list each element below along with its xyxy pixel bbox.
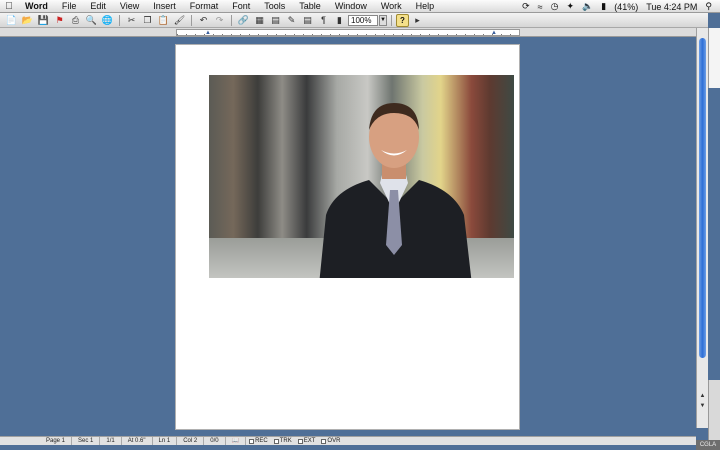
status-page: Page 1 [40, 437, 73, 445]
cut-icon[interactable]: ✂ [124, 14, 139, 27]
toolbar-separator [119, 14, 120, 26]
left-indent-marker-icon[interactable]: ▲ [205, 29, 211, 37]
show-hide-icon[interactable]: ¶ [316, 14, 331, 27]
spotlight-search-icon[interactable]: ⚲ [705, 1, 712, 12]
status-column: Col 2 [177, 437, 205, 445]
scroll-down-icon[interactable]: ▼ [698, 402, 707, 411]
menu-insert[interactable]: Insert [146, 0, 183, 13]
horizontal-ruler[interactable]: ▲ ▲ [176, 29, 520, 36]
menu-extras: ⟳ ≈ ◷ ✦ 🔈 ▮ (41%) Tue 4:24 PM ⚲ [522, 0, 720, 13]
palette-edge-bottom [708, 380, 720, 440]
checkbox-icon [249, 438, 255, 444]
status-bar: Page 1 Sec 1 1/1 At 0.6" Ln 1 Col 2 0/0 … [0, 436, 696, 445]
formatting-palette-edge[interactable] [708, 28, 720, 88]
status-word-count[interactable]: 0/0 [204, 437, 226, 445]
sync-icon[interactable]: ⟳ [522, 1, 530, 12]
print-preview-icon[interactable]: 🔍 [84, 14, 99, 27]
table-icon[interactable]: ▦ [252, 14, 267, 27]
ruler-bar: ▲ ▲ [0, 28, 696, 37]
copy-icon[interactable]: ❐ [140, 14, 155, 27]
menu-font[interactable]: Font [225, 0, 257, 13]
new-document-icon[interactable]: 📄 [4, 14, 19, 27]
status-ovr-label: OVR [327, 438, 341, 444]
photo-person [319, 103, 472, 278]
redo-icon[interactable]: ↷ [212, 14, 227, 27]
standard-toolbar: 📄 📂 💾 ⚑ ⎙ 🔍 🌐 ✂ ❐ 📋 🖌 ↶ ↷ 🔗 ▦ ▤ ✎ ▤ ¶ ▮ … [0, 13, 708, 28]
battery-percent: (41%) [614, 1, 639, 12]
menu-edit[interactable]: Edit [83, 0, 113, 13]
toolbar-overflow-icon[interactable]: ▸ [410, 14, 425, 27]
menu-window[interactable]: Window [328, 0, 374, 13]
flag-icon[interactable]: ⚑ [52, 14, 67, 27]
spelling-status-icon[interactable]: 📖 [226, 437, 247, 445]
scroll-up-icon[interactable]: ▲ [698, 392, 707, 401]
battery-icon[interactable]: ▮ [601, 1, 606, 12]
zoom-field[interactable]: 100% [348, 14, 378, 26]
insert-hyperlink-icon[interactable]: 🔗 [236, 14, 251, 27]
toolbar-separator [191, 14, 192, 26]
status-ext[interactable]: EXT [295, 438, 319, 444]
menu-format[interactable]: Format [183, 0, 226, 13]
status-at: At 0.6" [122, 437, 153, 445]
columns-icon[interactable]: ▤ [268, 14, 283, 27]
status-section: Sec 1 [72, 437, 101, 445]
menu-tools[interactable]: Tools [257, 0, 292, 13]
toolbar-separator [231, 14, 232, 26]
format-painter-icon[interactable]: 🖌 [172, 14, 187, 27]
checkbox-icon [297, 438, 303, 444]
apple-menu-icon[interactable]:  [0, 1, 18, 12]
print-icon[interactable]: ⎙ [68, 14, 83, 27]
menu-help[interactable]: Help [409, 0, 442, 13]
checkbox-icon [321, 438, 327, 444]
sidebar-toggle-icon[interactable]: ▮ [332, 14, 347, 27]
menu-view[interactable]: View [113, 0, 146, 13]
undo-icon[interactable]: ↶ [196, 14, 211, 27]
status-rec[interactable]: REC [246, 438, 271, 444]
status-ext-label: EXT [303, 438, 316, 444]
volume-icon[interactable]: 🔈 [582, 1, 593, 12]
save-icon[interactable]: 💾 [36, 14, 51, 27]
checkbox-icon [273, 438, 279, 444]
status-trk-label: TRK [279, 438, 292, 444]
right-indent-marker-icon[interactable]: ▲ [491, 29, 497, 37]
toolbar-separator [391, 14, 392, 26]
status-rec-label: REC [255, 438, 268, 444]
time-machine-icon[interactable]: ◷ [551, 1, 559, 12]
status-ovr[interactable]: OVR [318, 438, 343, 444]
menu-bar:  Word File Edit View Insert Format Font… [0, 0, 720, 13]
help-icon[interactable]: ? [396, 13, 409, 27]
open-icon[interactable]: 📂 [20, 14, 35, 27]
document-map-icon[interactable]: ▤ [300, 14, 315, 27]
bluetooth-icon[interactable]: ✦ [566, 1, 574, 12]
menu-work[interactable]: Work [374, 0, 409, 13]
wifi-icon[interactable]: ≈ [538, 2, 543, 12]
vertical-scrollbar[interactable]: ▲ ▼ [696, 28, 708, 428]
zoom-dropdown-icon[interactable]: ▼ [379, 14, 387, 26]
status-line: Ln 1 [153, 437, 178, 445]
menu-file[interactable]: File [55, 0, 84, 13]
paste-icon[interactable]: 📋 [156, 14, 171, 27]
status-trk[interactable]: TRK [271, 438, 295, 444]
drawing-icon[interactable]: ✎ [284, 14, 299, 27]
status-page-count: 1/1 [100, 437, 122, 445]
scroll-thumb[interactable] [699, 38, 706, 358]
inserted-photo[interactable] [209, 75, 514, 278]
menu-table[interactable]: Table [292, 0, 328, 13]
corner-badge: CGLA [696, 440, 720, 450]
document-page[interactable] [175, 44, 520, 430]
menu-clock[interactable]: Tue 4:24 PM [646, 2, 697, 12]
web-search-icon[interactable]: 🌐 [100, 14, 115, 27]
menu-app-word[interactable]: Word [18, 0, 55, 13]
